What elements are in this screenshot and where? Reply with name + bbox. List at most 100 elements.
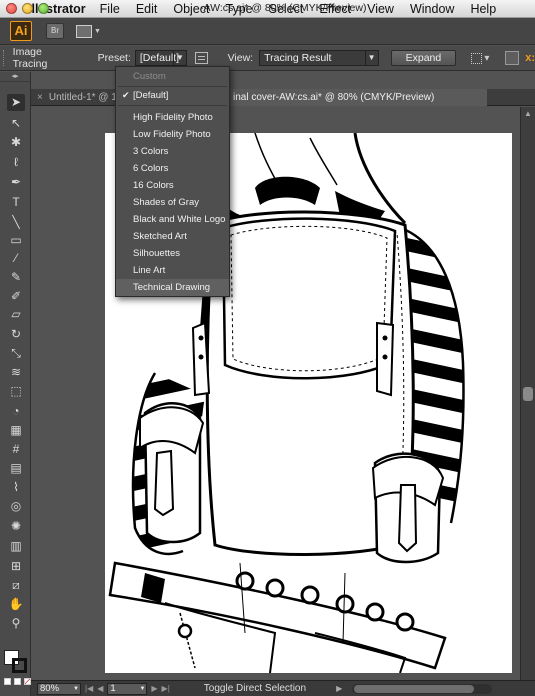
selection-tool-icon[interactable]: ➤	[7, 94, 25, 111]
pencil-tool-icon[interactable]: ✎	[7, 269, 25, 286]
tab-title: Untitled-1* @ 10	[48, 92, 123, 103]
menu-app-name[interactable]: Illustrator	[28, 2, 86, 16]
magic-wand-tool-icon[interactable]: ✱	[7, 134, 25, 151]
lasso-tool-icon[interactable]: ℓ	[7, 154, 25, 171]
next-artboard-icon[interactable]: ▶	[151, 684, 157, 693]
paintbrush-tool-icon[interactable]: ⁄	[7, 250, 25, 267]
artboard-tool-icon[interactable]: ⊞	[7, 558, 25, 575]
eyedropper-tool-icon[interactable]: ⌇	[7, 479, 25, 496]
illustrator-logo: Ai	[10, 21, 32, 41]
transform-icon[interactable]: x:	[525, 52, 535, 64]
preset-item-default[interactable]: ✔ [Default]	[116, 87, 229, 104]
close-window-icon[interactable]	[6, 3, 17, 14]
zoom-window-icon[interactable]	[38, 3, 49, 14]
stroke-swatch[interactable]	[12, 658, 27, 673]
artboard-number: 1	[110, 682, 116, 694]
chevron-down-icon: ▾	[484, 52, 490, 64]
status-text: Toggle Direct Selection	[203, 683, 307, 694]
tab-untitled-1[interactable]: × Untitled-1* @ 10	[37, 89, 127, 106]
vertical-scroll-thumb[interactable]	[523, 387, 533, 401]
tools-panel: ◂▸ ➤ ↖ ✱ ℓ ✒ T ╲ ▭ ⁄ ✎ ✐ ▱ ↻ ⤡ ≋ ⬚ ◔ ▦ #…	[0, 72, 31, 696]
first-artboard-icon[interactable]: |◀	[85, 684, 93, 693]
line-segment-tool-icon[interactable]: ╲	[7, 214, 25, 231]
preset-item-sketched-art[interactable]: Sketched Art	[116, 228, 229, 245]
preset-item-low-fidelity-photo[interactable]: Low Fidelity Photo	[116, 126, 229, 143]
gradient-button[interactable]	[14, 678, 21, 685]
control-bar-grip[interactable]	[3, 50, 7, 66]
preset-item-label: Black and White Logo	[133, 214, 226, 225]
preset-item-label: Technical Drawing	[133, 282, 211, 293]
go-to-bridge-button[interactable]: Br	[46, 23, 64, 39]
horizontal-scroll-thumb[interactable]	[354, 684, 475, 693]
artboard-number-field[interactable]: 1 ▼	[107, 682, 148, 695]
preset-item-shades-of-gray[interactable]: Shades of Gray	[116, 194, 229, 211]
shape-builder-tool-icon[interactable]: ◔	[7, 403, 25, 420]
view-dropdown[interactable]: Tracing Result ▼	[259, 50, 379, 66]
menu-file[interactable]: File	[100, 2, 120, 16]
rotate-tool-icon[interactable]: ↻	[7, 326, 25, 343]
menu-window[interactable]: Window	[410, 2, 454, 16]
preset-item-label: [Default]	[133, 90, 169, 101]
direct-selection-tool-icon[interactable]: ↖	[7, 115, 25, 132]
close-tab-icon[interactable]: ×	[37, 92, 43, 103]
slice-tool-icon[interactable]: ⧄	[7, 577, 25, 594]
tab-title: inal cover-AW:cs.ai* @ 80% (CMYK/Preview…	[233, 92, 435, 103]
fill-stroke-control[interactable]	[4, 650, 28, 674]
preset-item-6-colors[interactable]: 6 Colors	[116, 160, 229, 177]
type-tool-icon[interactable]: T	[7, 194, 25, 211]
preset-item-label: 16 Colors	[133, 180, 174, 191]
mesh-tool-icon[interactable]: #	[7, 441, 25, 458]
image-trace-panel-icon[interactable]	[194, 52, 208, 64]
chevron-down-icon: ▼	[139, 685, 146, 692]
expand-button[interactable]: Expand	[390, 50, 457, 66]
preset-item-label: High Fidelity Photo	[133, 112, 213, 123]
none-button[interactable]	[24, 678, 31, 685]
arrange-documents-button[interactable]: ▼	[76, 23, 102, 39]
collapse-panel-icon[interactable]: ◂▸	[0, 72, 30, 82]
preset-item-black-and-white-logo[interactable]: Black and White Logo	[116, 211, 229, 228]
preset-item-technical-drawing[interactable]: Technical Drawing	[116, 279, 229, 296]
menu-view[interactable]: View	[367, 2, 394, 16]
canvas-area[interactable]	[31, 107, 520, 680]
symbol-sprayer-tool-icon[interactable]: ✺	[7, 518, 25, 535]
document-tab-bar: × Untitled-1* @ 10 inal cover-AW:cs.ai* @…	[31, 89, 535, 106]
preset-item-silhouettes[interactable]: Silhouettes	[116, 245, 229, 262]
preset-label: Preset:	[97, 52, 131, 64]
menu-edit[interactable]: Edit	[136, 2, 158, 16]
scroll-up-icon[interactable]: ▲	[524, 109, 532, 118]
vertical-scrollbar[interactable]: ▲	[520, 107, 535, 680]
horizontal-scrollbar[interactable]	[352, 683, 493, 694]
preset-item-16-colors[interactable]: 16 Colors	[116, 177, 229, 194]
zoom-level-field[interactable]: 80% ▼	[37, 682, 81, 695]
blend-tool-icon[interactable]: ◎	[7, 498, 25, 515]
eraser-tool-icon[interactable]: ▱	[7, 306, 25, 323]
gradient-tool-icon[interactable]: ▤	[7, 460, 25, 477]
menu-separator	[118, 105, 227, 106]
preset-item-label: Low Fidelity Photo	[133, 129, 211, 140]
column-graph-tool-icon[interactable]: ▥	[7, 538, 25, 555]
document-setup-icon[interactable]	[504, 51, 520, 65]
previous-artboard-icon[interactable]: ◀	[97, 684, 103, 693]
free-transform-tool-icon[interactable]: ⬚	[7, 383, 25, 400]
chevron-down-icon: ▼	[94, 27, 101, 35]
hand-tool-icon[interactable]: ✋	[7, 596, 25, 613]
preset-item-3-colors[interactable]: 3 Colors	[116, 143, 229, 160]
tab-final-cover[interactable]: inal cover-AW:cs.ai* @ 80% (CMYK/Preview…	[227, 89, 487, 106]
pen-tool-icon[interactable]: ✒	[7, 174, 25, 191]
zoom-tool-icon[interactable]: ⚲	[7, 615, 25, 632]
menu-help[interactable]: Help	[470, 2, 496, 16]
preset-item-label: Custom	[133, 71, 166, 82]
rectangle-tool-icon[interactable]: ▭	[7, 232, 25, 249]
preset-item-line-art[interactable]: Line Art	[116, 262, 229, 279]
status-menu-icon[interactable]: ▶	[336, 684, 342, 693]
minimize-window-icon[interactable]	[22, 3, 33, 14]
scale-tool-icon[interactable]: ⤡	[7, 345, 25, 362]
preset-dropdown[interactable]: [Default] ▼	[134, 50, 187, 66]
warp-tool-icon[interactable]: ≋	[7, 364, 25, 381]
perspective-grid-tool-icon[interactable]: ▦	[7, 422, 25, 439]
last-artboard-icon[interactable]: ▶|	[162, 684, 170, 693]
blob-brush-tool-icon[interactable]: ✐	[7, 288, 25, 305]
color-button[interactable]	[4, 678, 11, 685]
align-options-button[interactable]: ▾	[471, 51, 491, 65]
preset-item-high-fidelity-photo[interactable]: High Fidelity Photo	[116, 109, 229, 126]
